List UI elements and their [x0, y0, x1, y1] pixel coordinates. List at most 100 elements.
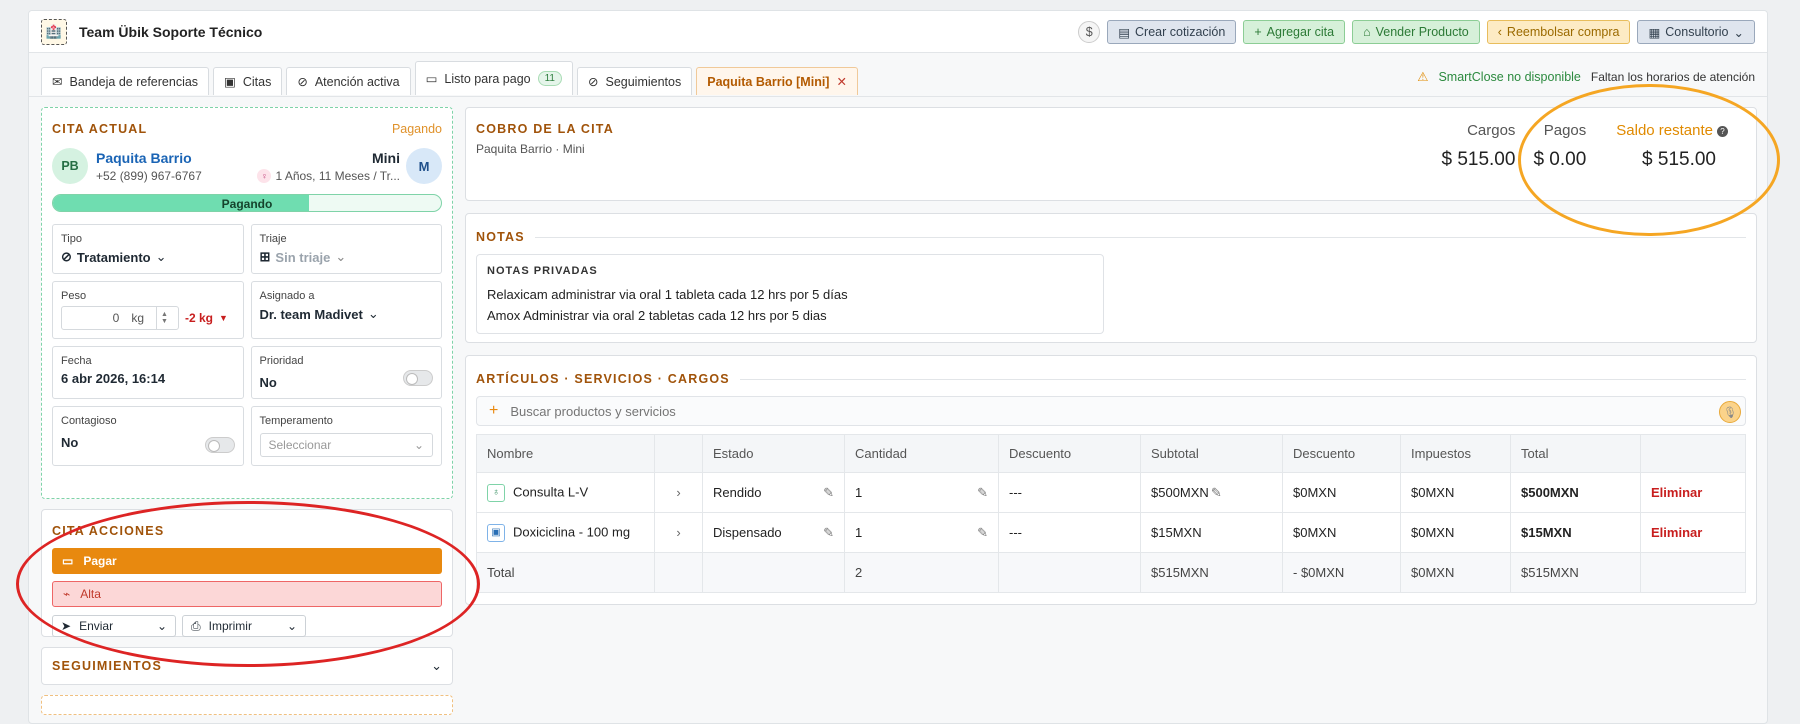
edit-icon[interactable]: ✎ [977, 485, 988, 501]
empty-cell [654, 552, 703, 593]
clinic-logo-icon[interactable]: 🏥 [41, 18, 67, 45]
chevron-down-icon: ⌄ [335, 249, 347, 264]
seguimientos-panel[interactable]: SEGUIMIENTOS ⌄ [41, 647, 453, 685]
asignado-field[interactable]: Asignado a Dr. team Madivet ⌄ [250, 281, 442, 339]
consultorio-label: Consultorio [1665, 25, 1729, 39]
col-impuestos: Impuestos [1400, 434, 1511, 473]
tab-citas[interactable]: ▣ Citas [213, 67, 283, 95]
cell-cantidad: 1 ✎ [844, 512, 999, 553]
note-line: Relaxicam administrar via oral 1 tableta… [487, 287, 848, 302]
reembolsar-label: Reembolsar compra [1506, 25, 1620, 39]
app-window: 🏥 Team Übik Soporte Técnico $ ▤ Crear cot… [28, 10, 1768, 724]
peso-stepper[interactable]: ▲ ▼ [156, 307, 172, 329]
microphone-icon[interactable]: 🎙 [1719, 401, 1741, 423]
col-estado: Estado [702, 434, 845, 473]
consultorio-dropdown[interactable]: ▦ Consultorio ⌄ [1637, 20, 1755, 44]
chevron-down-icon: ⌄ [286, 619, 297, 633]
search-input[interactable] [510, 403, 1111, 419]
temperamento-select[interactable]: Seleccionar ⌄ [259, 433, 433, 457]
currency-button[interactable]: $ [1078, 21, 1101, 43]
help-icon[interactable]: ? [1717, 125, 1728, 137]
smartclose-label[interactable]: SmartClose no disponible [1438, 70, 1580, 84]
chevron-down-icon[interactable]: ⌄ [431, 658, 442, 674]
tab-label: Citas [242, 74, 272, 89]
chevron-down-icon[interactable]: ▼ [161, 318, 168, 325]
tipo-field[interactable]: Tipo ⊘ Tratamiento ⌄ [52, 224, 244, 274]
prioridad-toggle[interactable] [403, 370, 433, 386]
peso-label: Peso [61, 290, 87, 302]
fecha-field[interactable]: Fecha 6 abr 2026, 16:14 [52, 346, 244, 399]
building-icon: ▦ [1648, 25, 1661, 40]
chevron-up-icon[interactable]: ▲ [161, 311, 168, 318]
pet-name[interactable]: Mini [257, 150, 400, 166]
item-descuento2: $0MXN [1282, 472, 1401, 513]
edit-icon[interactable]: ✎ [823, 485, 834, 501]
tab-bandeja[interactable]: ✉ Bandeja de referencias [41, 67, 210, 95]
tabs-divider [29, 96, 1767, 97]
edit-icon[interactable]: ✎ [823, 525, 834, 541]
contagioso-toggle[interactable] [204, 437, 235, 453]
caret-down-icon: ▼ [219, 313, 228, 323]
tab-seguimientos[interactable]: ⊘ Seguimientos [577, 67, 693, 95]
tab-listo-pago[interactable]: ▭ Listo para pago 11 [414, 61, 573, 95]
peso-value: 0 [112, 311, 120, 325]
triaje-label: Triaje [259, 233, 287, 245]
table-row: ♁ Consulta L-V › Rendido ✎ 1 ✎ --- $500MXN ✎… [476, 472, 1746, 513]
edit-icon[interactable]: ✎ [977, 525, 988, 541]
enviar-dropdown[interactable]: ➤ Enviar ⌄ [52, 615, 176, 637]
payment-icon: ▭ [425, 72, 438, 86]
alta-button[interactable]: ⌁ Alta [52, 581, 442, 607]
edit-icon[interactable]: ✎ [1211, 485, 1222, 500]
enviar-label: Enviar [79, 619, 114, 633]
tab-bar: ✉ Bandeja de referencias ▣ Citas ⊘ Atención… [41, 61, 858, 95]
temperamento-placeholder: Seleccionar [268, 438, 332, 452]
eliminar-button[interactable]: Eliminar [1640, 512, 1746, 553]
peso-input-row: 0 kg ▲ ▼ -2 kg ▼ [61, 306, 235, 330]
item-total: $500MXN [1510, 472, 1641, 513]
contagioso-field: Contagioso No [52, 406, 244, 466]
peso-input[interactable]: 0 kg ▲ ▼ [61, 306, 179, 330]
total-total: $515MXN [1510, 552, 1641, 593]
close-icon[interactable]: ✕ [836, 74, 846, 89]
item-total: $15MXN [1510, 512, 1641, 553]
chevron-left-icon: ‹ [1497, 25, 1502, 39]
pagar-button[interactable]: ▭ Pagar [52, 548, 442, 574]
imprimir-dropdown[interactable]: ⎙ Imprimir ⌄ [182, 615, 306, 637]
cell-cantidad: 1 ✎ [844, 472, 999, 513]
fecha-value: 6 abr 2026, 16:14 [61, 371, 166, 386]
tab-atencion[interactable]: ⊘ Atención activa [286, 67, 411, 95]
smartclose-note: Faltan los horarios de atención [1590, 69, 1755, 84]
tab-label: Paquita Barrio [Mini] [707, 74, 830, 89]
patient-row: PB Paquita Barrio +52 (899) 967-6767 Min… [52, 148, 442, 184]
crear-cotizacion-button[interactable]: ▤ Crear cotización [1107, 20, 1237, 44]
col-expand [654, 434, 703, 473]
top-bar: 🏥 Team Übik Soporte Técnico $ ▤ Crear cot… [29, 11, 1767, 53]
action-dropdowns: ➤ Enviar ⌄ ⎙ Imprimir ⌄ [52, 615, 442, 637]
appointment-fields: Tipo ⊘ Tratamiento ⌄ Triaje ⊞ Sin triaje ⌄ P… [52, 224, 442, 466]
mail-icon: ✉ [52, 75, 63, 89]
peso-field: Peso 0 kg ▲ ▼ -2 kg ▼ [52, 281, 244, 339]
col-descuento: Descuento [998, 434, 1141, 473]
triaje-field[interactable]: Triaje ⊞ Sin triaje ⌄ [250, 224, 442, 274]
triaje-row: ⊞ Sin triaje ⌄ [260, 249, 434, 265]
item-descuento2: $0MXN [1282, 512, 1401, 553]
vender-producto-button[interactable]: ⌂ Vender Producto [1352, 20, 1480, 44]
product-search[interactable]: + 🎙 [476, 396, 1746, 426]
empty-cell [998, 552, 1141, 593]
progress-label: Pagando [221, 197, 273, 211]
asignado-value: Dr. team Madivet [259, 306, 363, 322]
owner-name[interactable]: Paquita Barrio [96, 150, 202, 166]
tab-label: Listo para pago [444, 71, 531, 86]
item-descuento: --- [998, 512, 1141, 553]
expand-chevron-icon[interactable]: › [654, 512, 703, 553]
eliminar-button[interactable]: Eliminar [1640, 472, 1746, 513]
agregar-cita-button[interactable]: + Agregar cita [1243, 20, 1346, 44]
notas-privadas-box[interactable]: NOTAS PRIVADAS Relaxicam administrar via… [476, 254, 1104, 334]
expand-chevron-icon[interactable]: › [654, 472, 703, 513]
pagos-label: Pagos [1543, 122, 1587, 139]
plus-icon: + [1254, 25, 1262, 39]
reembolsar-button[interactable]: ‹ Reembolsar compra [1486, 20, 1631, 44]
link-icon: ⊘ [588, 75, 599, 89]
printer-icon: ⎙ [191, 618, 201, 633]
tab-paciente-activo[interactable]: Paquita Barrio [Mini] ✕ [696, 67, 858, 95]
